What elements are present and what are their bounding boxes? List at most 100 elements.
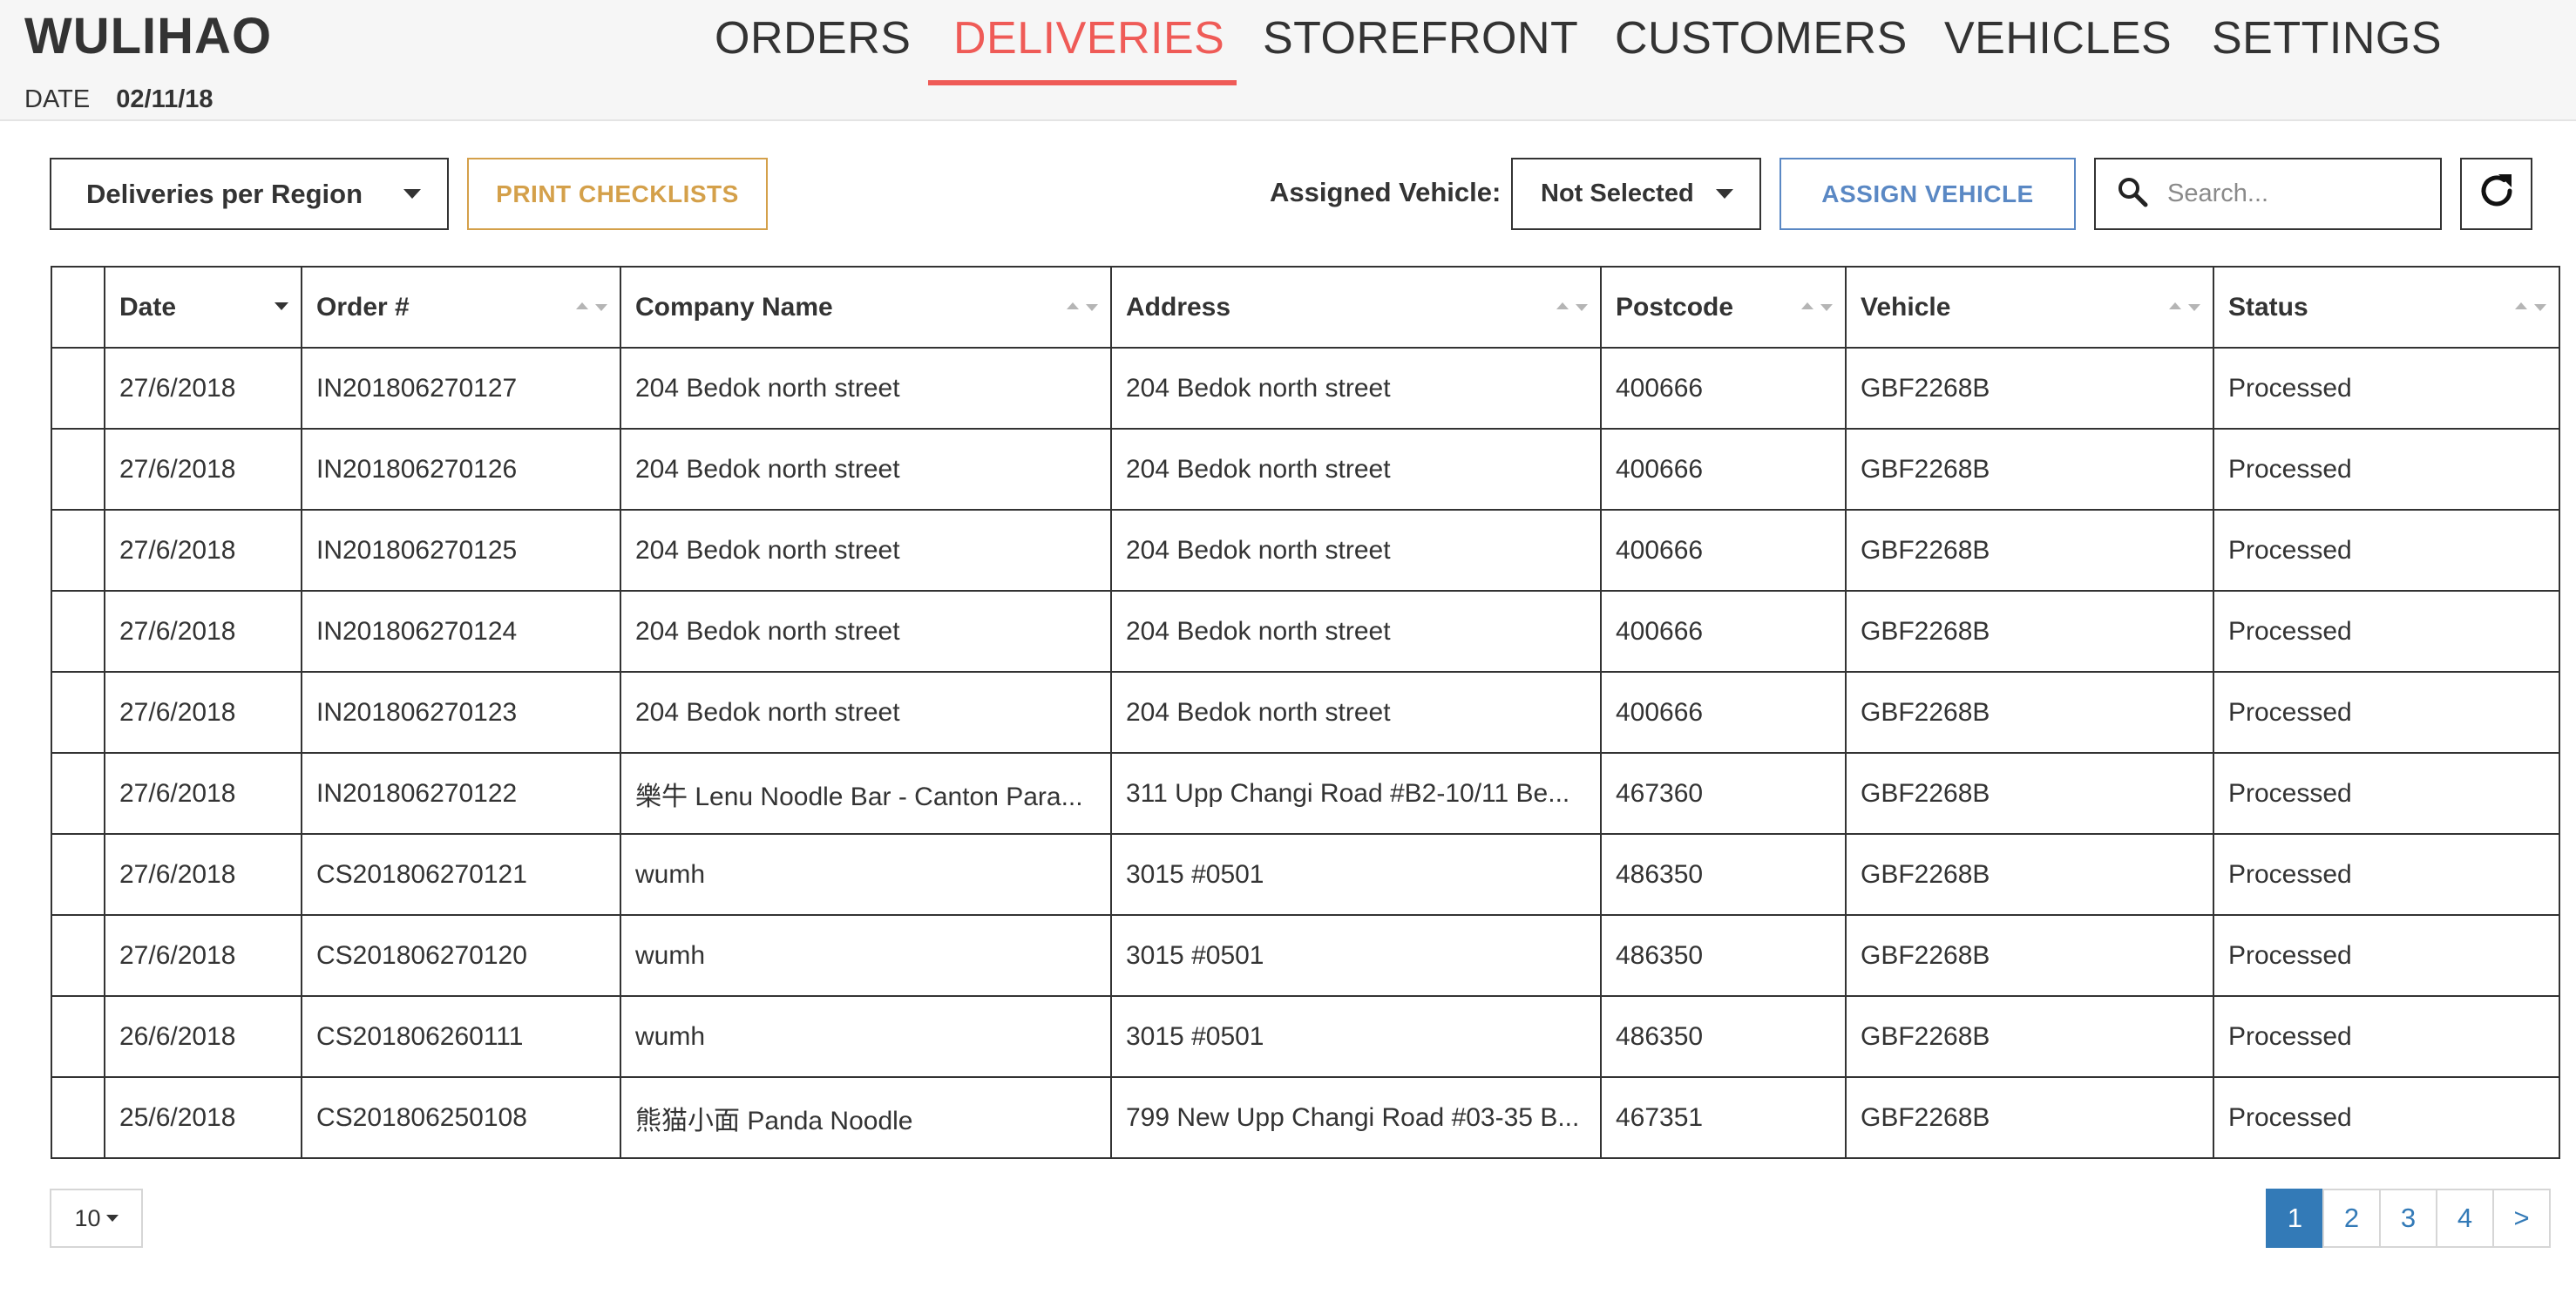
page-button-3[interactable]: 3 (2379, 1189, 2437, 1248)
cell-date: 27/6/2018 (104, 509, 302, 592)
brand-logo: WULIHAO (24, 8, 273, 64)
row-select-cell[interactable] (51, 752, 105, 835)
page-size-value: 10 (74, 1204, 101, 1231)
date-display: DATE 02/11/18 (24, 85, 214, 114)
row-select-cell[interactable] (51, 914, 105, 997)
nav-vehicles[interactable]: VEHICLES (1944, 12, 2172, 87)
cell-vehicle: GBF2268B (1845, 509, 2214, 592)
page-next-button[interactable]: > (2492, 1189, 2551, 1248)
row-select-cell[interactable] (51, 1076, 105, 1159)
column-header-vehicle[interactable]: Vehicle (1845, 266, 2214, 349)
row-select-cell[interactable] (51, 428, 105, 511)
nav-customers[interactable]: CUSTOMERS (1615, 12, 1908, 87)
refresh-button[interactable] (2460, 158, 2532, 230)
cell-status: Processed (2213, 347, 2560, 430)
row-select-cell[interactable] (51, 509, 105, 592)
search-input[interactable] (2167, 180, 2429, 208)
cell-company: 樂牛 Lenu Noodle Bar - Canton Para... (620, 752, 1112, 835)
cell-status: Processed (2213, 914, 2560, 997)
date-value: 02/11/18 (116, 85, 214, 113)
column-header-postcode[interactable]: Postcode (1600, 266, 1847, 349)
row-select-cell[interactable] (51, 995, 105, 1078)
table-row[interactable]: 27/6/2018 IN201806270123 204 Bedok north… (51, 671, 2560, 754)
cell-date: 27/6/2018 (104, 347, 302, 430)
sort-icon (1556, 302, 1588, 311)
nav-orders[interactable]: ORDERS (715, 12, 911, 87)
cell-address: 799 New Upp Changi Road #03-35 B... (1110, 1076, 1602, 1159)
cell-status: Processed (2213, 1076, 2560, 1159)
nav-settings[interactable]: SETTINGS (2212, 12, 2442, 87)
cell-company: wumh (620, 914, 1112, 997)
cell-order: IN201806270126 (301, 428, 621, 511)
page-button-2[interactable]: 2 (2322, 1189, 2381, 1248)
cell-vehicle: GBF2268B (1845, 995, 2214, 1078)
region-filter-dropdown[interactable]: Deliveries per Region (50, 158, 449, 230)
column-header-date[interactable]: Date (104, 266, 302, 349)
cell-date: 27/6/2018 (104, 752, 302, 835)
table-row[interactable]: 27/6/2018 CS201806270120 wumh 3015 #0501… (51, 914, 2560, 997)
sort-icon (576, 302, 607, 311)
cell-postcode: 400666 (1600, 590, 1847, 673)
cell-company: wumh (620, 995, 1112, 1078)
cell-address: 3015 #0501 (1110, 914, 1602, 997)
table-row[interactable]: 27/6/2018 IN201806270125 204 Bedok north… (51, 509, 2560, 592)
column-header-status[interactable]: Status (2213, 266, 2560, 349)
table-row[interactable]: 27/6/2018 IN201806270122 樂牛 Lenu Noodle … (51, 752, 2560, 835)
table-row[interactable]: 27/6/2018 CS201806270121 wumh 3015 #0501… (51, 833, 2560, 916)
cell-vehicle: GBF2268B (1845, 914, 2214, 997)
assign-vehicle-button[interactable]: ASSIGN VEHICLE (1779, 158, 2076, 230)
table-row[interactable]: 27/6/2018 IN201806270124 204 Bedok north… (51, 590, 2560, 673)
column-header-label: Address (1126, 292, 1231, 322)
vehicle-select-value: Not Selected (1541, 180, 1694, 207)
nav-deliveries[interactable]: DELIVERIES (953, 12, 1224, 87)
cell-status: Processed (2213, 995, 2560, 1078)
column-header-order[interactable]: Order # (301, 266, 621, 349)
column-header-select[interactable] (51, 266, 105, 349)
cell-vehicle: GBF2268B (1845, 347, 2214, 430)
cell-order: CS201806260111 (301, 995, 621, 1078)
cell-company: 熊猫小面 Panda Noodle (620, 1076, 1112, 1159)
column-header-label: Vehicle (1861, 292, 1951, 322)
nav-storefront[interactable]: STOREFRONT (1263, 12, 1578, 87)
table-row[interactable]: 25/6/2018 CS201806250108 熊猫小面 Panda Nood… (51, 1076, 2560, 1159)
cell-address: 204 Bedok north street (1110, 428, 1602, 511)
search-box[interactable] (2094, 158, 2442, 230)
cell-order: IN201806270127 (301, 347, 621, 430)
table-row[interactable]: 27/6/2018 IN201806270127 204 Bedok north… (51, 347, 2560, 430)
column-header-company[interactable]: Company Name (620, 266, 1112, 349)
nav-active-indicator (928, 80, 1237, 85)
cell-postcode: 400666 (1600, 509, 1847, 592)
row-select-cell[interactable] (51, 347, 105, 430)
cell-order: IN201806270125 (301, 509, 621, 592)
cell-address: 3015 #0501 (1110, 833, 1602, 916)
cell-address: 204 Bedok north street (1110, 347, 1602, 430)
row-select-cell[interactable] (51, 671, 105, 754)
cell-company: 204 Bedok north street (620, 671, 1112, 754)
deliveries-table-container: Date Order # Company Name Address Postco… (51, 266, 2560, 1159)
cell-order: CS201806250108 (301, 1076, 621, 1159)
cell-postcode: 400666 (1600, 428, 1847, 511)
page-button-4[interactable]: 4 (2436, 1189, 2494, 1248)
print-checklists-button[interactable]: PRINT CHECKLISTS (467, 158, 768, 230)
row-select-cell[interactable] (51, 833, 105, 916)
vehicle-select-dropdown[interactable]: Not Selected (1511, 158, 1761, 230)
cell-postcode: 467360 (1600, 752, 1847, 835)
cell-address: 204 Bedok north street (1110, 509, 1602, 592)
cell-vehicle: GBF2268B (1845, 833, 2214, 916)
column-header-address[interactable]: Address (1110, 266, 1602, 349)
table-row[interactable]: 26/6/2018 CS201806260111 wumh 3015 #0501… (51, 995, 2560, 1078)
sort-icon (1801, 302, 1833, 311)
cell-company: 204 Bedok north street (620, 347, 1112, 430)
cell-postcode: 467351 (1600, 1076, 1847, 1159)
cell-company: wumh (620, 833, 1112, 916)
page-size-dropdown[interactable]: 10 (50, 1189, 143, 1248)
region-filter-label: Deliveries per Region (86, 178, 363, 209)
cell-status: Processed (2213, 833, 2560, 916)
table-row[interactable]: 27/6/2018 IN201806270126 204 Bedok north… (51, 428, 2560, 511)
page-button-1[interactable]: 1 (2266, 1189, 2324, 1248)
row-select-cell[interactable] (51, 590, 105, 673)
cell-postcode: 486350 (1600, 833, 1847, 916)
cell-status: Processed (2213, 428, 2560, 511)
cell-status: Processed (2213, 671, 2560, 754)
sort-icon (2169, 302, 2200, 311)
